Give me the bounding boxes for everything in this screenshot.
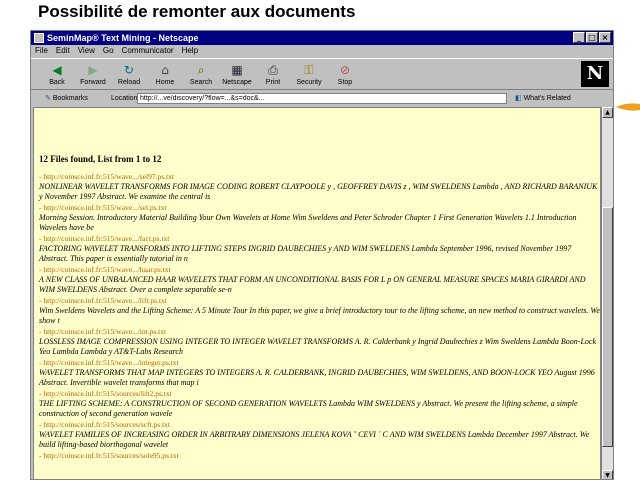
app-icon xyxy=(34,33,44,43)
search-button[interactable]: ⌕ Search xyxy=(183,59,219,89)
close-button[interactable]: × xyxy=(599,32,611,43)
list-item: - http://coinsce.inf.fr:515/wave.../lift… xyxy=(39,296,600,326)
menu-view[interactable]: View xyxy=(78,45,95,57)
menu-edit[interactable]: Edit xyxy=(56,45,70,57)
stop-button[interactable]: ⊘ Stop xyxy=(327,59,363,89)
home-label: Home xyxy=(155,79,175,86)
result-description: WAVELET FAMILIES OF INCREASING ORDER IN … xyxy=(39,430,590,449)
reload-button[interactable]: ↻ Reload xyxy=(111,59,147,89)
forward-button[interactable]: ▶ Forward xyxy=(75,59,111,89)
security-label: Security xyxy=(296,79,322,86)
home-button[interactable]: ⌂ Home xyxy=(147,59,183,89)
list-item: - http://coinsce.inf.fr:515/wave.../inte… xyxy=(39,358,600,388)
result-link[interactable]: - http://coinsce.inf.fr:515/wave.../sel9… xyxy=(39,172,600,182)
result-link[interactable]: - http://coinsce.inf.fr:515/wave.../int.… xyxy=(39,327,600,337)
minimize-button[interactable]: _ xyxy=(573,32,585,43)
result-link[interactable]: - http://coinsce.inf.fr:515/wave.../lift… xyxy=(39,296,600,306)
result-description: WAVELET TRANSFORMS THAT MAP INTEGERS TO … xyxy=(39,368,595,387)
stop-icon: ⊘ xyxy=(339,63,351,77)
arrow-accent-icon xyxy=(616,103,640,111)
netscape-button[interactable]: ▦ Netscape xyxy=(219,59,255,89)
result-link[interactable]: - http://coinsce.inf.fr:515/wave.../inte… xyxy=(39,358,600,368)
navigation-toolbar: ◀ Back ▶ Forward ↻ Reload ⌂ Home ⌕ Searc… xyxy=(31,58,613,90)
window-controls: _ □ × xyxy=(573,32,611,43)
related-label: What's Related xyxy=(523,95,571,102)
result-description: Wim Sweldens Wavelets and the Lifting Sc… xyxy=(39,306,600,325)
search-label: Search xyxy=(189,79,213,86)
window-title: SeminMap® Text Mining - Netscape xyxy=(47,33,199,43)
slide-title: Possibilité de remonter aux documents xyxy=(38,2,356,21)
result-link[interactable]: - http://coinsce.inf.fr:515/sources/scft… xyxy=(39,420,600,430)
page-content: 12 Files found, List from 1 to 12 - http… xyxy=(33,107,601,479)
result-description: THE LIFTING SCHEME: A CONSTRUCTION OF SE… xyxy=(39,399,578,418)
menu-go[interactable]: Go xyxy=(103,45,114,57)
result-description: FACTORING WAVELET TRANSFORMS INTO LIFTIN… xyxy=(39,244,572,263)
menu-communicator[interactable]: Communicator xyxy=(122,45,174,57)
list-item: - http://coinsce.inf.fr:515/wave.../sel.… xyxy=(39,203,600,233)
back-label: Back xyxy=(49,79,65,86)
menu-help[interactable]: Help xyxy=(182,45,198,57)
results-list: - http://coinsce.inf.fr:515/wave.../sel9… xyxy=(39,172,600,461)
bookmarks-button[interactable]: ✎ Bookmarks xyxy=(45,94,111,102)
lock-icon: ⚿ xyxy=(304,63,314,77)
list-item: - http://coinsce.inf.fr:515/wave.../haar… xyxy=(39,265,600,295)
netscape-logo[interactable]: N xyxy=(581,61,609,87)
netscape-icon: ▦ xyxy=(231,63,243,77)
list-item: - http://coinsce.inf.fr:515/sources/lift… xyxy=(39,389,600,419)
list-item: - http://coinsce.inf.fr:515/wave.../sel9… xyxy=(39,172,600,202)
result-description: Morning Session. Introductory Material B… xyxy=(39,213,577,232)
result-link[interactable]: - http://coinsce.inf.fr:515/sources/lift… xyxy=(39,389,600,399)
stop-label: Stop xyxy=(337,79,353,86)
print-button[interactable]: ⎙ Print xyxy=(255,59,291,89)
list-item: - http://coinsce.inf.fr:515/sources/sole… xyxy=(39,451,600,461)
location-bar: ✎ Bookmarks Location: ◧ What's Related xyxy=(31,91,613,105)
location-label: Location: xyxy=(111,94,140,102)
home-icon: ⌂ xyxy=(161,63,169,77)
result-description: A NEW CLASS OF UNBALANCED HAAR WAVELETS … xyxy=(39,275,586,294)
maximize-button[interactable]: □ xyxy=(586,32,598,43)
reload-label: Reload xyxy=(117,79,141,86)
bookmarks-label: Bookmarks xyxy=(52,95,88,102)
forward-arrow-icon: ▶ xyxy=(88,63,98,77)
scroll-thumb[interactable] xyxy=(602,207,613,447)
location-input[interactable] xyxy=(137,92,507,104)
result-description: NONLINEAR WAVELET TRANSFORMS FOR IMAGE C… xyxy=(39,182,598,201)
list-item: - http://coinsce.inf.fr:515/wave.../fact… xyxy=(39,234,600,264)
back-button[interactable]: ◀ Back xyxy=(39,59,75,89)
scroll-down-icon[interactable]: ▼ xyxy=(602,470,613,479)
menu-bar: File Edit View Go Communicator Help xyxy=(31,45,613,57)
result-link[interactable]: - http://coinsce.inf.fr:515/sources/sole… xyxy=(39,451,600,461)
scroll-up-icon[interactable]: ▲ xyxy=(602,107,613,118)
back-arrow-icon: ◀ xyxy=(52,63,62,77)
result-link[interactable]: - http://coinsce.inf.fr:515/wave.../fact… xyxy=(39,234,600,244)
bookmark-icon: ✎ xyxy=(45,95,51,102)
security-button[interactable]: ⚿ Security xyxy=(291,59,327,89)
menu-file[interactable]: File xyxy=(35,45,48,57)
result-description: LOSSLESS IMAGE COMPRESSION USING INTEGER… xyxy=(39,337,597,356)
print-icon: ⎙ xyxy=(268,63,278,77)
netscape-label: Netscape xyxy=(222,79,252,86)
result-link[interactable]: - http://coinsce.inf.fr:515/wave.../haar… xyxy=(39,265,600,275)
whats-related-button[interactable]: ◧ What's Related xyxy=(515,94,571,102)
result-link[interactable]: - http://coinsce.inf.fr:515/wave.../sel.… xyxy=(39,203,600,213)
vertical-scrollbar[interactable]: ▲ ▼ xyxy=(601,107,613,479)
title-bar: SeminMap® Text Mining - Netscape _ □ × xyxy=(31,31,613,45)
results-count: 12 Files found, List from 1 to 12 xyxy=(39,154,162,164)
forward-label: Forward xyxy=(80,79,106,86)
search-icon: ⌕ xyxy=(197,63,205,77)
list-item: - http://coinsce.inf.fr:515/sources/scft… xyxy=(39,420,600,450)
print-label: Print xyxy=(265,79,281,86)
browser-window: SeminMap® Text Mining - Netscape _ □ × F… xyxy=(30,30,614,480)
related-icon: ◧ xyxy=(515,95,522,102)
reload-icon: ↻ xyxy=(123,63,135,77)
list-item: - http://coinsce.inf.fr:515/wave.../int.… xyxy=(39,327,600,357)
